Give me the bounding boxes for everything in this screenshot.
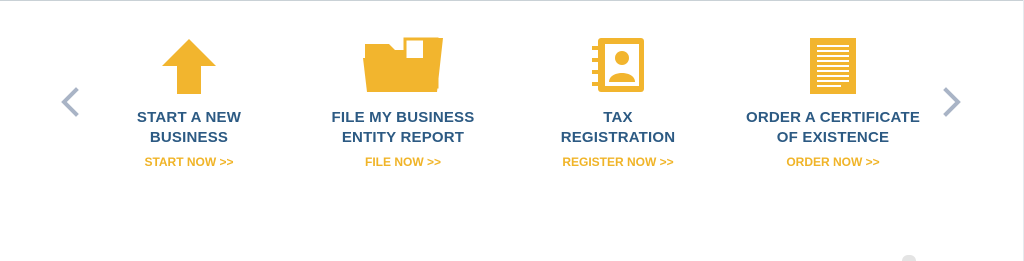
card-title-line-1: TAX	[603, 109, 633, 126]
chevron-right-icon	[943, 87, 961, 117]
scroll-indicator	[902, 255, 916, 261]
carousel-prev-button[interactable]	[56, 86, 86, 118]
card-title-line-2: BUSINESS	[149, 129, 229, 146]
start-now-link[interactable]: START NOW >>	[144, 155, 233, 169]
card-title-line-1: FILE MY BUSINESS	[331, 109, 475, 126]
file-now-link[interactable]: FILE NOW >>	[365, 155, 441, 169]
carousel-next-button[interactable]	[936, 86, 966, 118]
card-title: START A NEW BUSINESS	[94, 108, 284, 148]
card-title-line-2: REGISTRATION	[560, 129, 676, 146]
register-now-link[interactable]: REGISTER NOW >>	[562, 155, 673, 169]
document-icon	[738, 30, 928, 94]
arrow-up-icon	[94, 30, 284, 94]
chevron-left-icon	[61, 87, 79, 117]
card-title: ORDER A CERTIFICATE OF EXISTENCE	[738, 108, 928, 148]
folder-icon	[308, 30, 498, 94]
card-title-line-1: START A NEW	[136, 109, 242, 126]
card-title-line-1: ORDER A CERTIFICATE	[745, 109, 921, 126]
order-now-link[interactable]: ORDER NOW >>	[786, 155, 879, 169]
service-card-tax-registration[interactable]: TAX REGISTRATION REGISTER NOW >>	[523, 30, 713, 171]
card-title: FILE MY BUSINESS ENTITY REPORT	[308, 108, 498, 148]
card-title-line-2: ENTITY REPORT	[341, 129, 465, 146]
service-card-certificate[interactable]: ORDER A CERTIFICATE OF EXISTENCE ORDER N…	[738, 30, 928, 171]
service-card-file-report[interactable]: FILE MY BUSINESS ENTITY REPORT FILE NOW …	[308, 30, 498, 171]
card-title-line-2: OF EXISTENCE	[776, 129, 890, 146]
card-title: TAX REGISTRATION	[523, 108, 713, 148]
service-card-start-business[interactable]: START A NEW BUSINESS START NOW >>	[94, 30, 284, 171]
top-divider	[0, 0, 1024, 1]
address-book-icon	[523, 30, 713, 94]
